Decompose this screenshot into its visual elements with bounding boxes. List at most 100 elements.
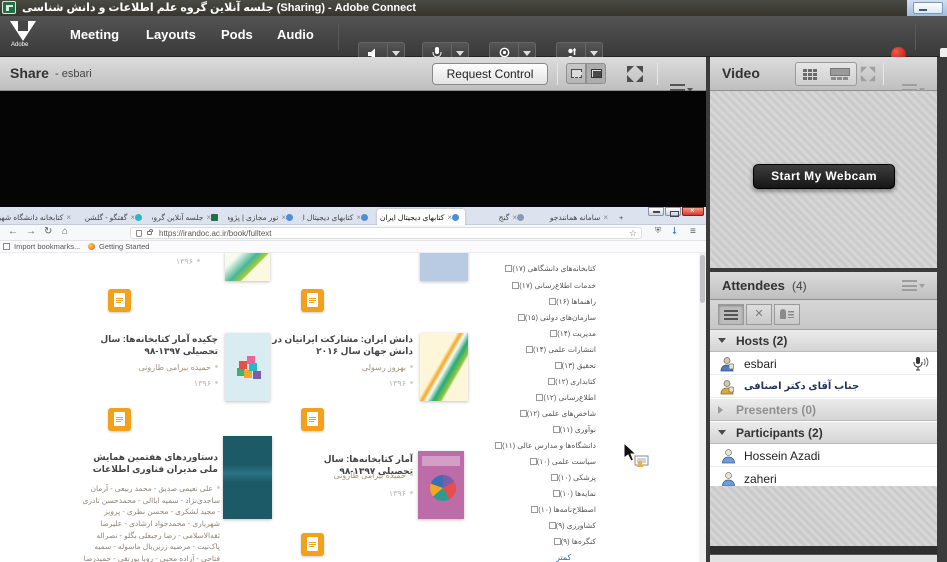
filter-item[interactable]: راهنماها (۱۶) — [486, 297, 596, 306]
video-fullscreen-button[interactable] — [861, 67, 875, 81]
tab-close-icon[interactable]: × — [130, 213, 135, 222]
protections-shield-icon[interactable]: ⛨ — [655, 226, 661, 236]
show-less-link[interactable]: کمتر — [556, 553, 571, 562]
browser-minimize-button[interactable] — [648, 207, 664, 216]
book-cover[interactable] — [420, 253, 468, 281]
participants-group-header[interactable]: Participants (2) — [710, 422, 937, 444]
browser-tab[interactable]: × کتابخانه دانشگاه شهید بهشتی — [0, 209, 74, 225]
filter-item[interactable]: خدمات اطلاع‌رسانی (۱۷) — [486, 281, 596, 290]
filter-item[interactable]: کتابخانه‌های دانشگاهی (۱۷) — [486, 264, 596, 273]
filter-item[interactable]: کشاورزی (۹) — [486, 521, 596, 530]
checkbox-icon[interactable] — [549, 522, 556, 529]
minimize-button[interactable] — [913, 2, 943, 14]
tab-close-icon[interactable]: × — [206, 213, 211, 222]
filter-item[interactable]: سازمان‌های دولتی (۱۵) — [486, 313, 596, 322]
url-text[interactable]: https://irandoc.ac.ir/book/fulltext — [159, 229, 272, 238]
checkbox-icon[interactable] — [554, 538, 561, 545]
filter-item[interactable]: شاخص‌های علمی (۱۲) — [486, 409, 596, 418]
view-fit-screen-button[interactable] — [586, 63, 606, 84]
attendee-row[interactable]: جناب آقای دکتر اصنافی — [710, 376, 937, 398]
filter-item[interactable]: سیاست علمی (۱۰) — [486, 457, 596, 466]
menu-audio[interactable]: Audio — [277, 27, 314, 42]
fullscreen-button[interactable] — [627, 66, 643, 82]
bookmark-star-icon[interactable]: ☆ — [629, 228, 637, 239]
attendee-status-view-button[interactable] — [774, 304, 800, 325]
book-author-list[interactable]: علی نعیمی صدیق - محمد ربیعی - آرمان ساجد… — [78, 483, 220, 562]
tab-close-icon[interactable]: × — [281, 213, 286, 222]
filter-item[interactable]: دانشگاه‌ها و مدارس عالی (۱۱) — [486, 441, 596, 450]
checkbox-icon[interactable] — [520, 410, 527, 417]
view-original-size-button[interactable] — [566, 63, 586, 84]
grid-view-icon[interactable] — [803, 69, 817, 80]
book-title[interactable]: دانش ایران: مشارکت ایرانیان در دانش جهان… — [268, 333, 413, 357]
book-cover[interactable] — [418, 451, 464, 519]
pdf-download-button[interactable] — [301, 289, 324, 312]
browser-maximize-button[interactable] — [665, 207, 681, 216]
attendee-row[interactable]: Hossein Azadi — [710, 445, 937, 467]
book-cover[interactable] — [420, 333, 468, 401]
menu-meeting[interactable]: Meeting — [70, 27, 119, 42]
active-mic-icon[interactable] — [911, 356, 929, 372]
reload-icon[interactable]: ↻ — [44, 226, 52, 237]
download-icon[interactable]: ⭣ — [672, 226, 677, 237]
browser-tab[interactable]: × تور مجازی | پژوهشگاه — [228, 209, 299, 225]
book-author[interactable]: حمیده بیرامی طارونی — [108, 363, 218, 372]
checkbox-icon[interactable] — [495, 442, 502, 449]
request-control-button[interactable]: Request Control — [432, 63, 548, 85]
app-menu-icon[interactable]: ≡ — [690, 226, 696, 237]
browser-tab-active[interactable]: × کتابهای دیجیتال ایران — [377, 209, 465, 225]
checkbox-icon[interactable] — [549, 298, 556, 305]
checkbox-icon[interactable] — [551, 474, 558, 481]
pdf-download-button[interactable] — [301, 408, 324, 431]
browser-tab[interactable]: × کتابهای دیجیتال ایران — [302, 209, 374, 225]
filter-item[interactable]: پزشکی (۱۰) — [486, 473, 596, 482]
filter-item[interactable]: نوآوری (۱۱) — [486, 425, 596, 434]
tab-close-icon[interactable]: × — [66, 213, 71, 222]
browser-tab[interactable]: × گنج — [468, 209, 530, 225]
attendee-list-view-button[interactable] — [718, 304, 744, 325]
book-title[interactable]: چکیده آمار کتابخانه‌ها: سال تحصیلی ۱۳۹۷-… — [78, 333, 218, 357]
tab-close-icon[interactable]: × — [512, 213, 517, 222]
browser-tab[interactable]: × گفتگو - گلشن — [78, 209, 148, 225]
filter-item[interactable]: تحقیق (۱۳) — [486, 361, 596, 370]
filter-item[interactable]: نمایه‌ها (۱۰) — [486, 489, 596, 498]
bookmark-getting-started[interactable]: Getting Started — [99, 242, 149, 251]
browser-tab[interactable]: × سامانه همانندجو — [533, 209, 611, 225]
hosts-group-header[interactable]: Hosts (2) — [710, 330, 937, 352]
checkbox-icon[interactable] — [518, 314, 525, 321]
checkbox-icon[interactable] — [553, 490, 560, 497]
filter-item[interactable]: اصطلاح‌نامه‌ها (۱۰) — [486, 505, 596, 514]
book-title[interactable]: دستاوردهای هفتمین همایش ملی مدیران فناور… — [80, 451, 218, 475]
checkbox-icon[interactable] — [555, 362, 562, 369]
filter-item[interactable]: انتشارات علمی (۱۴) — [486, 345, 596, 354]
presenters-group-header[interactable]: Presenters (0) — [710, 399, 937, 421]
browser-close-button[interactable] — [682, 207, 704, 216]
tab-close-icon[interactable]: × — [356, 213, 361, 222]
checkbox-icon[interactable] — [553, 426, 560, 433]
filter-item[interactable]: مدیریت (۱۴) — [486, 329, 596, 338]
new-tab-button[interactable]: + — [616, 209, 630, 225]
address-bar[interactable]: https://irandoc.ac.ir/book/fulltext ☆ — [130, 227, 642, 239]
breakout-view-button[interactable]: ✕ — [746, 304, 772, 325]
book-author[interactable]: بهروز رسولی — [313, 363, 413, 372]
scrollbar-thumb[interactable] — [700, 255, 705, 303]
pdf-download-button[interactable] — [108, 289, 131, 312]
attendees-pod-menu-icon[interactable] — [902, 280, 917, 291]
bookmark-import[interactable]: Import bookmarks... — [14, 242, 80, 251]
menu-pods[interactable]: Pods — [221, 27, 253, 42]
book-cover[interactable] — [223, 436, 272, 519]
book-author[interactable]: حمیده بیرامی طارونی — [308, 471, 413, 480]
menu-layouts[interactable]: Layouts — [146, 27, 196, 42]
browser-tab[interactable]: × جلسه آنلاین گروه علم — [152, 209, 224, 225]
home-icon[interactable]: ⌂ — [62, 226, 68, 237]
filmstrip-view-icon[interactable] — [830, 68, 850, 80]
pdf-download-button[interactable] — [108, 408, 131, 431]
checkbox-icon[interactable] — [526, 346, 533, 353]
checkbox-icon[interactable] — [530, 458, 537, 465]
filter-item[interactable]: اطلاع‌رسانی (۱۲) — [486, 393, 596, 402]
browser-scrollbar[interactable] — [699, 253, 706, 562]
permissions-icon[interactable] — [136, 230, 142, 237]
book-cover[interactable] — [225, 253, 270, 281]
tab-close-icon[interactable]: × — [603, 213, 608, 222]
pdf-download-button[interactable] — [301, 533, 324, 556]
